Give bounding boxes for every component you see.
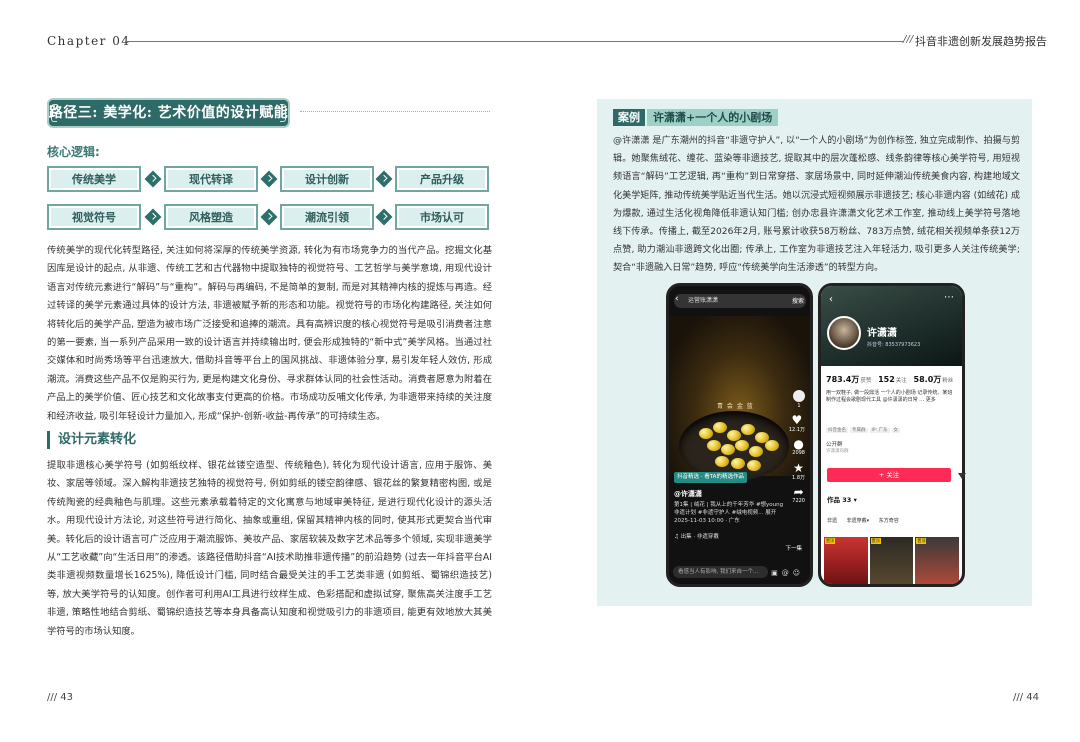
comment-button[interactable]: ● 2098 <box>792 438 805 456</box>
case-title: 许潇潇+一个人的小剧场 <box>647 109 779 126</box>
page-number-left: /// 43 <box>47 692 74 703</box>
path-title-banner: 路径三: 美学化: 艺术价值的设计赋能 <box>47 98 290 128</box>
heart-icon: ♥ <box>791 413 803 427</box>
flow-box: 现代转译 <box>164 166 258 192</box>
flow-box: 市场认可 <box>395 204 489 230</box>
comment-input[interactable]: 看感当人有影响, 我们来自一个... <box>673 566 768 578</box>
arrow-right-icon <box>260 208 278 226</box>
video-thumbnail[interactable]: 置顶 <box>915 537 960 584</box>
featured-tag[interactable]: 抖音精选 · 看TA的精选作品 <box>674 472 747 483</box>
video-frame: 青 会 金 蓝 <box>669 316 810 481</box>
profile-name: 许潇潇 <box>867 328 897 339</box>
music-label[interactable]: ♫ 出集 · 非遗穿戴 <box>674 532 719 540</box>
like-button[interactable]: ♥ 12.1万 <box>789 414 805 433</box>
works-tab[interactable]: 作品 33 ▾ <box>827 494 857 504</box>
collection-tabs: 非遗 非遗穿戴▾ 东方奇容 <box>827 517 907 524</box>
flow-box: 视觉符号 <box>47 204 141 230</box>
share-icon: ➦ <box>793 485 804 499</box>
header-slashes: /// <box>903 34 914 45</box>
header-rule <box>125 41 903 42</box>
video-thumbnail[interactable]: 置顶 <box>869 537 914 584</box>
dotted-divider <box>300 111 490 112</box>
chapter-label: Chapter 04 <box>47 34 131 48</box>
arrow-right-icon <box>144 170 162 188</box>
profile-chips: 抖音金名 专属群 IP: 广东女 <box>826 428 900 433</box>
tab-heritage[interactable]: 非遗 <box>827 518 837 524</box>
phone-screenshot-profile: ‹ ⋯ 许潇潇 抖音号: 83537973623 783.4万获赞 152关注 … <box>818 283 965 587</box>
video-description: 第1集 | 绒花 | 我从上的千年芳华 #想young 非遗计划 #非遗守护人 … <box>674 502 784 524</box>
profile-id: 抖音号: 83537973623 <box>867 342 921 348</box>
section-subheading: 设计元素转化 <box>47 431 136 449</box>
search-input[interactable]: 运营账潇潇 <box>674 294 806 308</box>
group-entry[interactable]: 公开群 许潇潇的群 <box>826 440 849 454</box>
profile-bio: 用一双鞋子, 做一段鼎活 一个人的小剧场 记录传统、某班制作过程会歌剧现代工具 … <box>826 390 953 403</box>
video-overlay-text: 青 会 金 蓝 <box>717 403 754 410</box>
arrow-right-icon <box>144 208 162 226</box>
flow-box: 设计创新 <box>280 166 374 192</box>
tab-heritage-wear[interactable]: 非遗穿戴▾ <box>847 518 870 524</box>
back-icon[interactable]: ‹ <box>675 294 679 304</box>
path-title: 路径三: 美学化: 艺术价值的设计赋能 <box>48 105 289 121</box>
comment-icon: ● <box>793 437 804 451</box>
video-author[interactable]: @许潇潇 <box>674 489 702 499</box>
page-number-right: /// 44 <box>1013 692 1040 703</box>
next-episode-button[interactable]: 下一集 <box>785 544 802 552</box>
video-thumbnails: 置顶 置顶 置顶 <box>824 537 960 584</box>
crop-mark <box>958 473 966 479</box>
flow-box: 传统美学 <box>47 166 141 192</box>
flow-row-1: 传统美学 现代转译 设计创新 产品升级 <box>47 166 491 192</box>
report-title: 抖音非遗创新发展趋势报告 <box>915 35 1047 48</box>
flow-box: 风格塑造 <box>164 204 258 230</box>
report-spread: Chapter 04 /// 抖音非遗创新发展趋势报告 路径三: 美学化: 艺术… <box>0 0 1080 742</box>
flow-box: 产品升级 <box>395 166 489 192</box>
arrow-right-icon <box>260 170 278 188</box>
arrow-right-icon <box>375 170 393 188</box>
flow-row-2: 视觉符号 风格塑造 潮流引领 市场认可 <box>47 204 491 230</box>
search-button[interactable]: 搜索 <box>792 296 804 305</box>
case-tag: 案例 <box>613 109 645 126</box>
back-icon[interactable]: ‹ <box>829 294 833 305</box>
profile-stats: 783.4万获赞 152关注 58.0万粉丝 <box>826 375 954 384</box>
avatar[interactable] <box>827 316 861 350</box>
more-icon[interactable]: ⋯ <box>944 292 954 303</box>
flow-box: 潮流引领 <box>280 204 374 230</box>
author-avatar[interactable]: 1 <box>793 390 805 409</box>
core-logic-label: 核心逻辑: <box>47 145 100 159</box>
share-button[interactable]: ➦ 7220 <box>792 486 805 504</box>
phone-screenshot-video: 青 会 金 蓝 运营账潇潇 ‹ 搜索 1 ♥ 12.1万 ● 2098 ★ 1.… <box>666 283 813 587</box>
body-paragraph-1: 传统美学的现代化转型路径, 关注如何将深厚的传统美学资源, 转化为有市场竞争力的… <box>47 245 492 422</box>
comment-toolbar-icons[interactable]: ▣@☺ <box>771 569 804 577</box>
case-text: @许潇潇 是广东潮州的抖音“非遗守护人”, 以“一个人的小剧场”为创作标签, 独… <box>613 136 1020 274</box>
video-thumbnail[interactable]: 置顶 <box>824 537 868 584</box>
star-icon: ★ <box>793 461 804 475</box>
body-paragraph-2: 提取非遗核心美学符号 (如剪纸纹样、银花丝镂空造型、传统釉色), 转化为现代设计… <box>47 460 492 637</box>
arrow-right-icon <box>375 208 393 226</box>
favorite-button[interactable]: ★ 1.8万 <box>792 462 805 481</box>
follow-button[interactable]: + 关注 <box>827 468 951 482</box>
tab-oriental[interactable]: 东方奇容 <box>879 518 899 524</box>
